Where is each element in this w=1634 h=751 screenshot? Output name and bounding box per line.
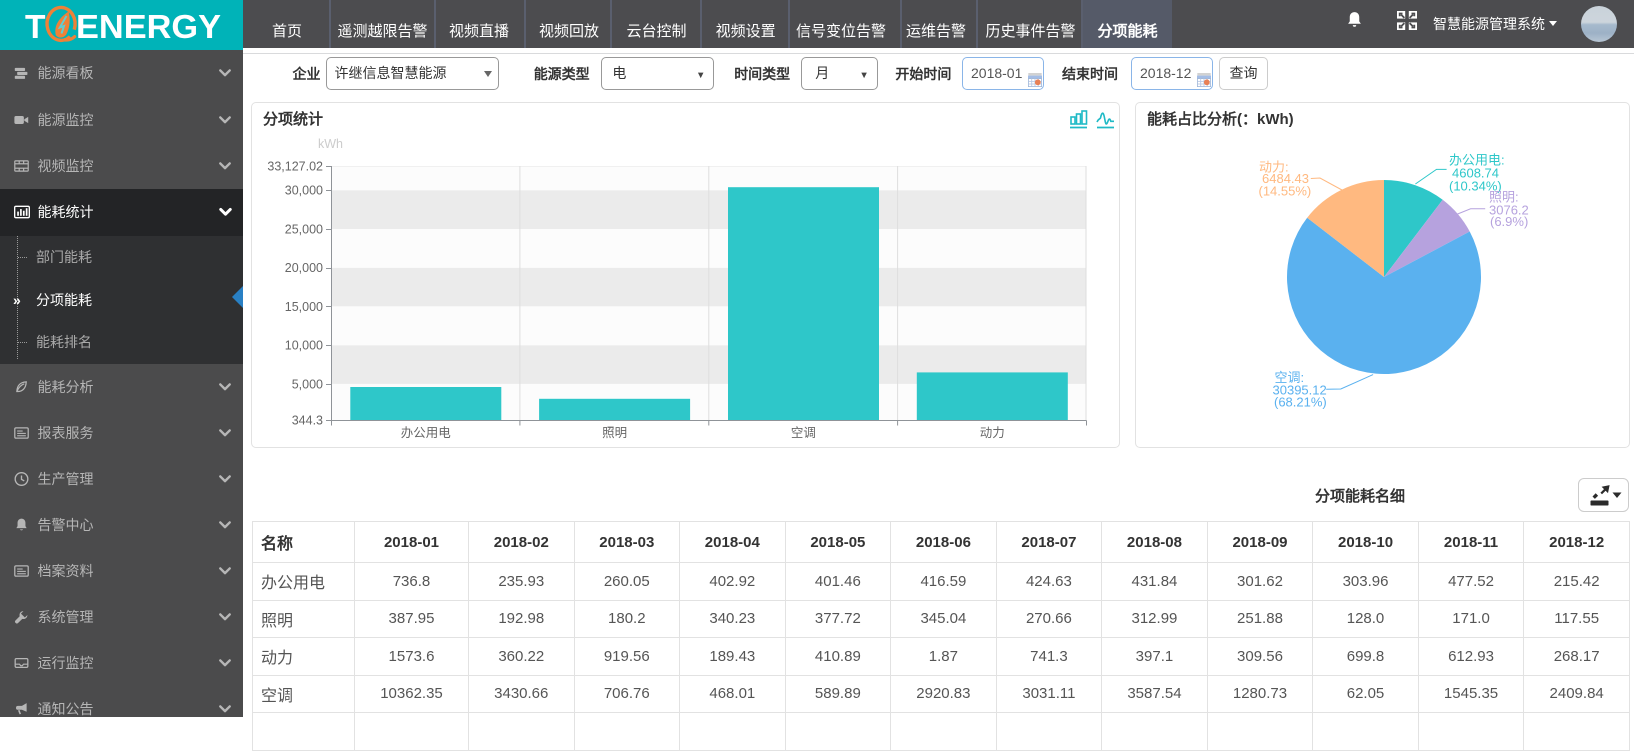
svg-text:15,000: 15,000	[285, 300, 323, 314]
svg-text:25,000: 25,000	[285, 223, 323, 237]
svg-text:(6.9%): (6.9%)	[1490, 214, 1528, 229]
svg-text:20,000: 20,000	[285, 261, 323, 275]
svg-text:10,000: 10,000	[285, 339, 323, 353]
svg-text:空调: 空调	[791, 426, 816, 440]
svg-text:照明: 照明	[602, 426, 627, 440]
svg-text:T: T	[25, 9, 46, 46]
svg-text:30,000: 30,000	[285, 184, 323, 198]
svg-text:kWh: kWh	[318, 137, 343, 151]
svg-text:5,000: 5,000	[292, 377, 323, 391]
svg-text:344.3: 344.3	[292, 414, 323, 428]
svg-text:(14.55%): (14.55%)	[1259, 184, 1312, 199]
svg-text:(68.21%): (68.21%)	[1274, 395, 1327, 410]
svg-text:ENERGY: ENERGY	[76, 9, 221, 46]
svg-text:动力: 动力	[980, 426, 1005, 440]
svg-text:33,127.02: 33,127.02	[267, 160, 323, 174]
svg-text:办公用电: 办公用电	[401, 425, 452, 440]
